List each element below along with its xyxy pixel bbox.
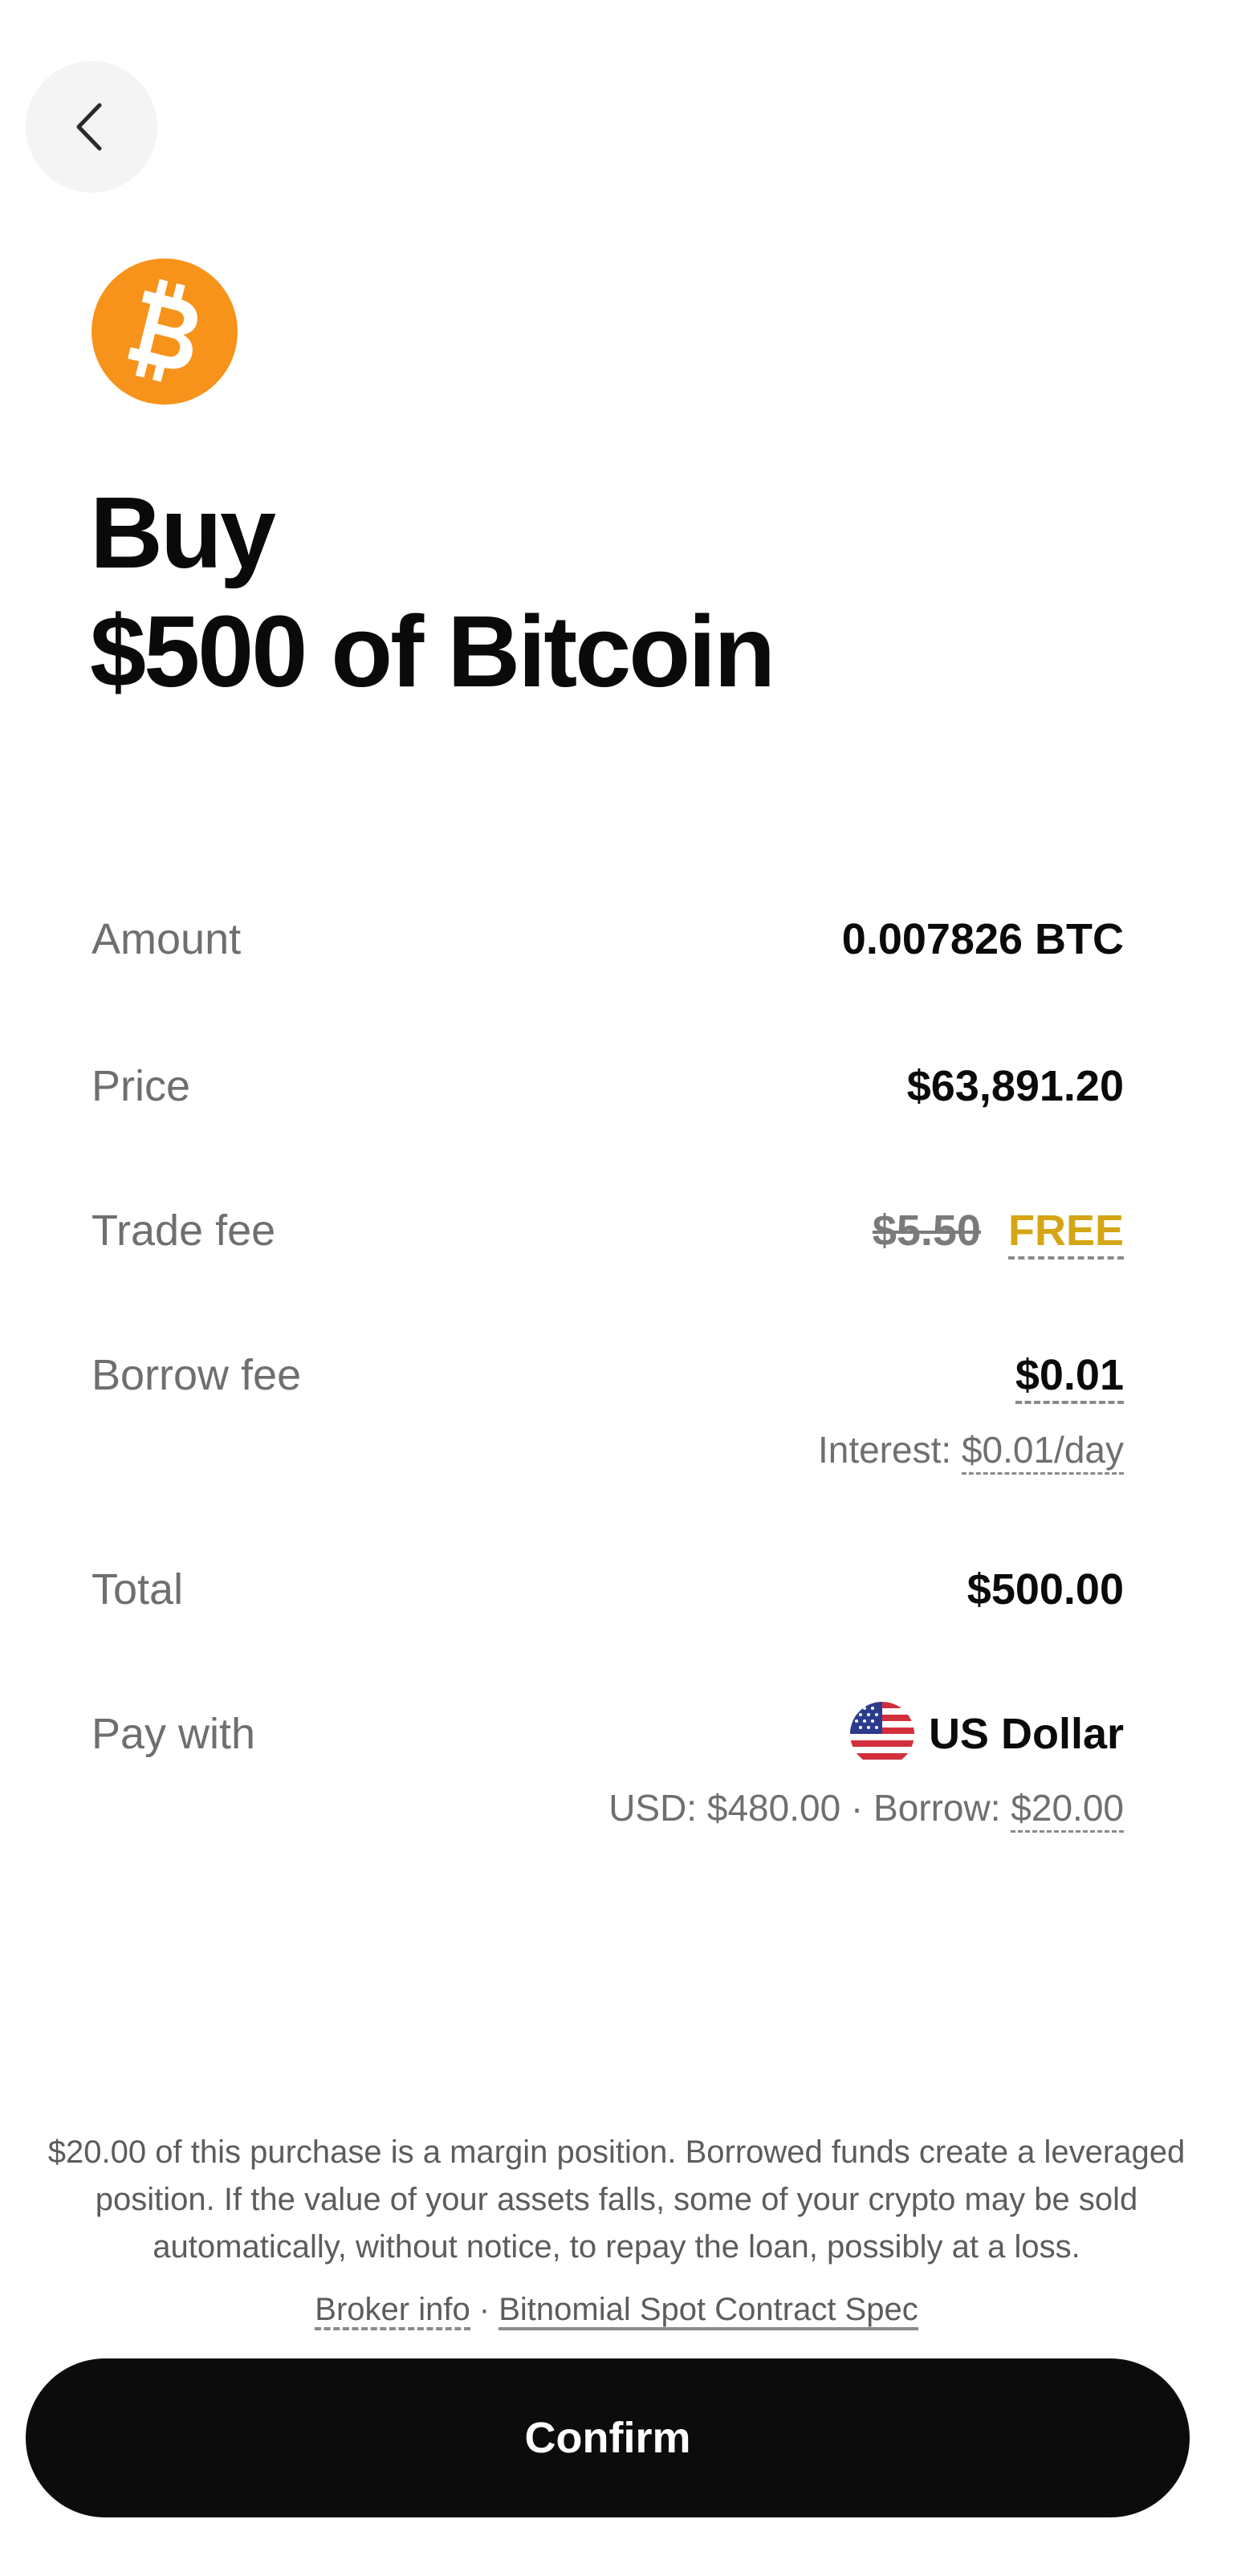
footer-links: Broker info · Bitnomial Spot Contract Sp… <box>0 2286 1233 2333</box>
price-row: Price $63,891.20 <box>92 1054 1124 1118</box>
borrow-fee-label: Borrow fee <box>92 1351 302 1399</box>
contract-spec-link[interactable]: Bitnomial Spot Contract Spec <box>498 2292 918 2330</box>
amount-value: 0.007826 BTC <box>841 915 1124 963</box>
bitcoin-icon <box>92 258 238 405</box>
pay-with-currency: US Dollar <box>928 1710 1124 1758</box>
back-button[interactable] <box>26 61 157 193</box>
interest-label: Interest: <box>817 1429 952 1471</box>
broker-info-link[interactable]: Broker info <box>315 2292 470 2330</box>
trade-fee-original: $5.50 <box>872 1207 981 1255</box>
amount-row: Amount 0.007826 BTC <box>92 907 1124 971</box>
total-row: Total $500.00 <box>92 1557 1124 1622</box>
total-label: Total <box>92 1565 184 1614</box>
pay-with-method[interactable]: US Dollar <box>849 1701 1124 1766</box>
trade-fee-value-group: $5.50 FREE <box>873 1198 1124 1263</box>
trade-fee-label: Trade fee <box>92 1207 276 1255</box>
title-amount: $500 of Bitcoin <box>90 595 775 708</box>
pay-breakdown-line: USD: $480.00 · Borrow: $20.00 <box>608 1782 1124 1833</box>
interest-value[interactable]: $0.01/day <box>961 1429 1124 1475</box>
pay-borrow-value[interactable]: $20.00 <box>1011 1787 1124 1833</box>
chevron-left-icon <box>76 103 102 151</box>
price-value: $63,891.20 <box>906 1062 1124 1110</box>
title-action: Buy <box>90 476 276 589</box>
interest-line: Interest: $0.01/day <box>818 1424 1124 1475</box>
amount-label: Amount <box>92 915 242 963</box>
borrow-fee-value-group: $0.01 <box>1015 1343 1124 1407</box>
trade-fee-free[interactable]: FREE <box>1007 1207 1124 1260</box>
confirm-button[interactable]: Confirm <box>26 2358 1190 2517</box>
margin-disclaimer: $20.00 of this purchase is a margin posi… <box>47 2134 1186 2265</box>
page-title: Buy $500 of Bitcoin <box>90 474 775 711</box>
borrow-fee-value[interactable]: $0.01 <box>1015 1351 1124 1404</box>
link-separator: · <box>470 2292 499 2327</box>
pay-breakdown-label: USD: $480.00 · Borrow: <box>608 1787 1001 1829</box>
price-label: Price <box>92 1062 191 1110</box>
pay-with-label: Pay with <box>92 1710 256 1758</box>
borrow-fee-row: Borrow fee $0.01 <box>92 1343 1124 1407</box>
total-value: $500.00 <box>966 1565 1124 1614</box>
pay-with-row: Pay with US Dollar <box>92 1701 1124 1766</box>
trade-fee-row: Trade fee $5.50 FREE <box>92 1198 1124 1263</box>
us-flag-icon <box>849 1701 914 1766</box>
